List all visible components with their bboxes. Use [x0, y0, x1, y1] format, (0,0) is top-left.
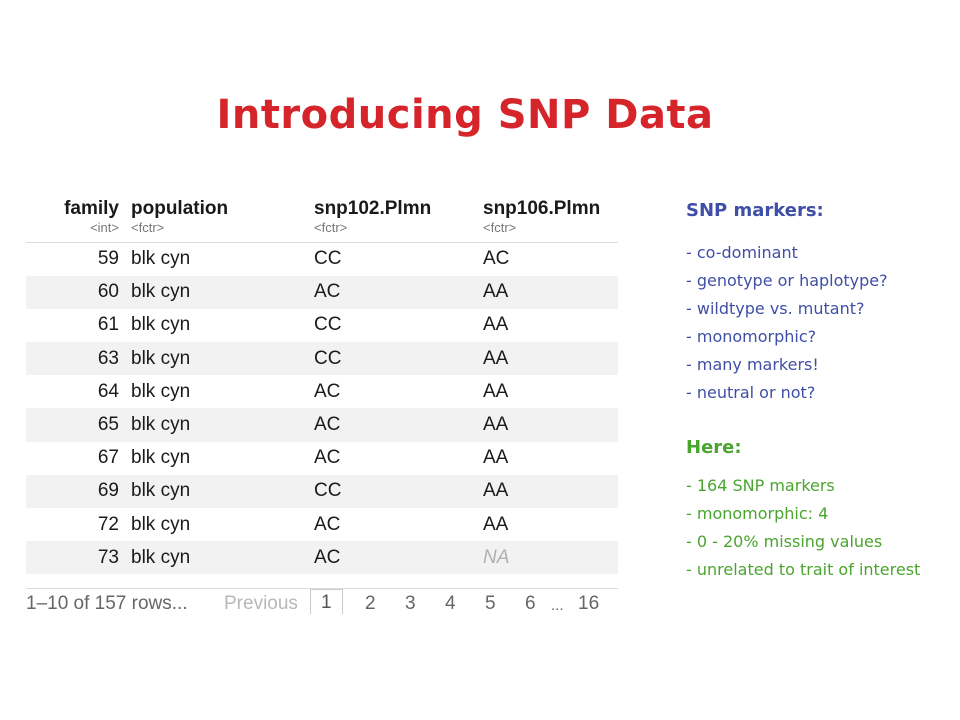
cell-population: blk cyn — [131, 546, 191, 568]
cell-snp106: AA — [483, 281, 509, 303]
cell-population: blk cyn — [131, 480, 191, 502]
cell-snp106: AA — [483, 447, 509, 469]
marker-note-item: - neutral or not? — [686, 383, 816, 402]
cell-snp106: NA — [483, 546, 510, 568]
cell-snp102: AC — [314, 281, 341, 303]
page-button-4[interactable]: 4 — [445, 593, 456, 615]
table-row: 63 blk cyn CC AA — [26, 342, 618, 376]
page-button-3[interactable]: 3 — [405, 593, 416, 615]
here-note-item: - monomorphic: 4 — [686, 504, 829, 523]
table-body: 59 blk cyn CC AC 60 blk cyn AC AA 61 blk cyn CC AA 6… — [26, 242, 618, 575]
marker-note-item: - co-dominant — [686, 243, 798, 262]
cell-snp102: AC — [314, 546, 341, 568]
column-header-population[interactable]: population <fctr> — [131, 192, 314, 242]
snp-data-table: family <int> population <fctr> snp102.Plmn… — [26, 192, 618, 575]
page-button-5[interactable]: 5 — [485, 593, 496, 615]
here-note-item: - 0 - 20% missing values — [686, 532, 883, 551]
cell-family: 61 — [97, 314, 119, 336]
page-button-16[interactable]: 16 — [578, 593, 599, 615]
snp-markers-heading: SNP markers: — [686, 200, 824, 221]
cell-snp106: AA — [483, 480, 509, 502]
cell-family: 67 — [97, 447, 119, 469]
table-row: 61 blk cyn CC AA — [26, 309, 618, 342]
page-button-current[interactable]: 1 — [310, 589, 343, 614]
table-row: 69 blk cyn CC AA — [26, 474, 618, 508]
cell-snp106: AA — [483, 347, 509, 369]
here-note-item: - unrelated to trait of interest — [686, 560, 921, 579]
cell-population: blk cyn — [131, 248, 191, 270]
cell-snp106: AA — [483, 513, 509, 535]
page-button-2[interactable]: 2 — [365, 593, 376, 615]
marker-note-item: - monomorphic? — [686, 327, 817, 346]
previous-page-button[interactable]: Previous — [224, 593, 298, 615]
slide-title: Introducing SNP Data — [216, 92, 714, 138]
cell-family: 65 — [97, 414, 119, 436]
cell-family: 63 — [97, 347, 119, 369]
cell-family: 72 — [97, 513, 119, 535]
cell-snp102: AC — [314, 380, 341, 402]
cell-snp106: AA — [483, 414, 509, 436]
table-row: 67 blk cyn AC AA — [26, 442, 618, 475]
cell-population: blk cyn — [131, 281, 191, 303]
page-button-6[interactable]: 6 — [525, 593, 536, 615]
cell-snp102: CC — [314, 480, 342, 502]
page-ellipsis: ... — [551, 597, 564, 614]
marker-note-item: - many markers! — [686, 355, 819, 374]
cell-family: 64 — [97, 380, 119, 402]
table-row: 72 blk cyn AC AA — [26, 508, 618, 541]
table-row: 65 blk cyn AC AA — [26, 408, 618, 442]
cell-snp106: AC — [483, 248, 510, 270]
here-note-item: - 164 SNP markers — [686, 476, 835, 495]
table-header-row: family <int> population <fctr> snp102.Plmn… — [26, 192, 618, 242]
cell-family: 60 — [97, 281, 119, 303]
cell-snp102: CC — [314, 347, 342, 369]
cell-population: blk cyn — [131, 447, 191, 469]
table-row: 64 blk cyn AC AA — [26, 375, 618, 408]
cell-family: 59 — [97, 248, 119, 270]
column-header-snp102[interactable]: snp102.Plmn <fctr> — [314, 192, 483, 242]
cell-snp102: CC — [314, 314, 342, 336]
cell-snp102: CC — [314, 248, 342, 270]
cell-snp106: AA — [483, 380, 509, 402]
table-row: 60 blk cyn AC AA — [26, 275, 618, 309]
marker-note-item: - genotype or haplotype? — [686, 271, 888, 290]
table-row: 73 blk cyn AC NA — [26, 541, 618, 575]
cell-population: blk cyn — [131, 414, 191, 436]
cell-family: 69 — [97, 480, 119, 502]
cell-family: 73 — [97, 546, 119, 568]
cell-population: blk cyn — [131, 347, 191, 369]
column-header-snp106[interactable]: snp106.Plmn <fctr> — [483, 192, 618, 242]
cell-snp102: AC — [314, 447, 341, 469]
cell-snp102: AC — [314, 414, 341, 436]
cell-population: blk cyn — [131, 314, 191, 336]
cell-snp102: AC — [314, 513, 341, 535]
cell-population: blk cyn — [131, 513, 191, 535]
cell-population: blk cyn — [131, 380, 191, 402]
row-count-summary: 1–10 of 157 rows... — [26, 593, 188, 614]
cell-snp106: AA — [483, 314, 509, 336]
table-pagination: 1–10 of 157 rows... Previous 1 2 3 4 5 6… — [26, 588, 618, 617]
marker-note-item: - wildtype vs. mutant? — [686, 299, 865, 318]
table-row: 59 blk cyn CC AC — [26, 242, 618, 276]
here-heading: Here: — [686, 437, 742, 458]
column-header-family[interactable]: family <int> — [26, 192, 131, 242]
